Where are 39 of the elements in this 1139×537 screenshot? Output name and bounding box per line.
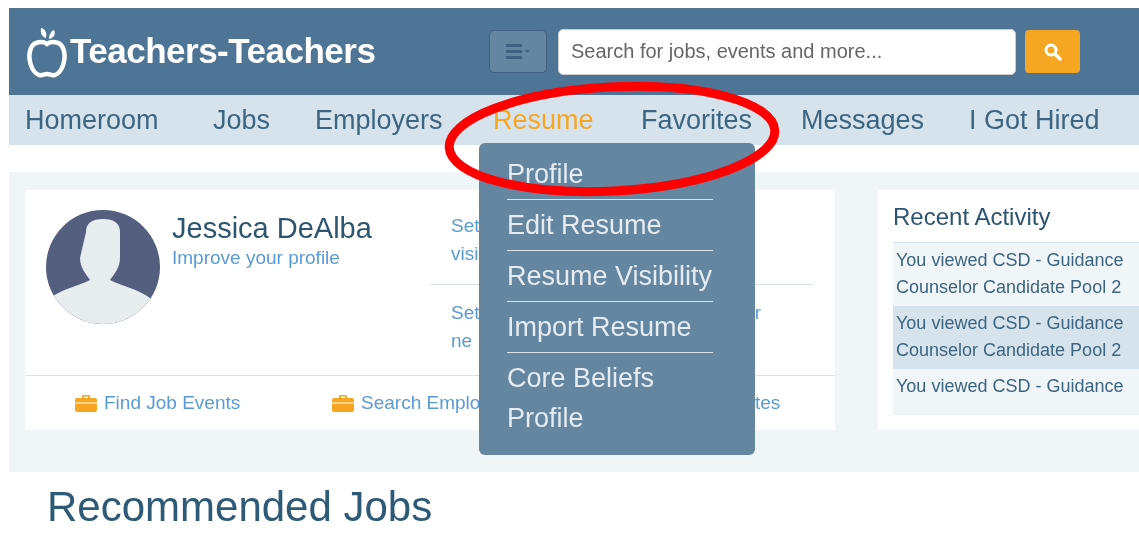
activity-text: You viewed CSD - Guidance [896,249,1125,272]
briefcase-icon [75,394,97,412]
quick-link[interactable]: tes [755,388,781,418]
setting-text[interactable]: visi [451,240,479,268]
user-name: Jessica DeAlba [172,211,373,246]
setting-text[interactable]: Set [451,299,480,327]
search-button[interactable] [1025,30,1080,73]
menu-button[interactable] [489,30,547,73]
section-heading: Recommended Jobs [47,483,433,530]
dropdown-item[interactable]: Core Beliefs Profile [507,353,713,443]
briefcase-icon [332,394,354,412]
search-field[interactable]: Search for jobs, events and more... [558,28,1016,75]
dropdown-item[interactable]: Import Resume [507,302,713,353]
activity-text: Counselor Candidate Pool 2 [896,339,1123,362]
quick-link[interactable]: Find Job Events [104,388,241,418]
activity-text: Counselor Candidate Pool 2 [896,276,1123,299]
nav-tab[interactable]: Favorites [641,99,801,141]
site-logo[interactable]: Teachers-Teachers [70,25,376,78]
dropdown-item[interactable]: Edit Resume [507,200,713,251]
menu-icon [506,44,530,59]
activity-text: You viewed CSD - Guidance [896,312,1125,335]
search-icon [1043,42,1062,61]
activity-item[interactable]: You viewed CSD - Guidance Counselor Candidate Pool 2 [893,243,1139,306]
improve-profile-link[interactable]: Improve your profile [172,246,430,270]
activity-text: You viewed CSD - Guidance [896,375,1125,398]
quick-link[interactable]: Search Emplo [361,388,481,418]
nav-tab[interactable]: Homeroom [25,99,213,141]
dropdown-item[interactable]: Resume Visibility [507,251,713,302]
setting-text[interactable]: Set [451,212,480,240]
activity-item[interactable]: You viewed CSD - Guidance Counselor Candidate Pool 2 [893,306,1139,369]
dropdown-item[interactable]: Profile [507,149,713,200]
nav-tab[interactable]: Messages [801,99,969,141]
activity-item[interactable]: You viewed CSD - Guidance [893,369,1139,415]
setting-text[interactable]: r [754,299,761,327]
nav-tab[interactable]: Employers [315,99,493,141]
setting-text[interactable]: ne [451,327,473,355]
activity-title: Recent Activity [893,202,1052,232]
nav-tab[interactable]: I Got Hired [969,99,1139,141]
nav-tab[interactable]: Jobs [213,99,315,141]
